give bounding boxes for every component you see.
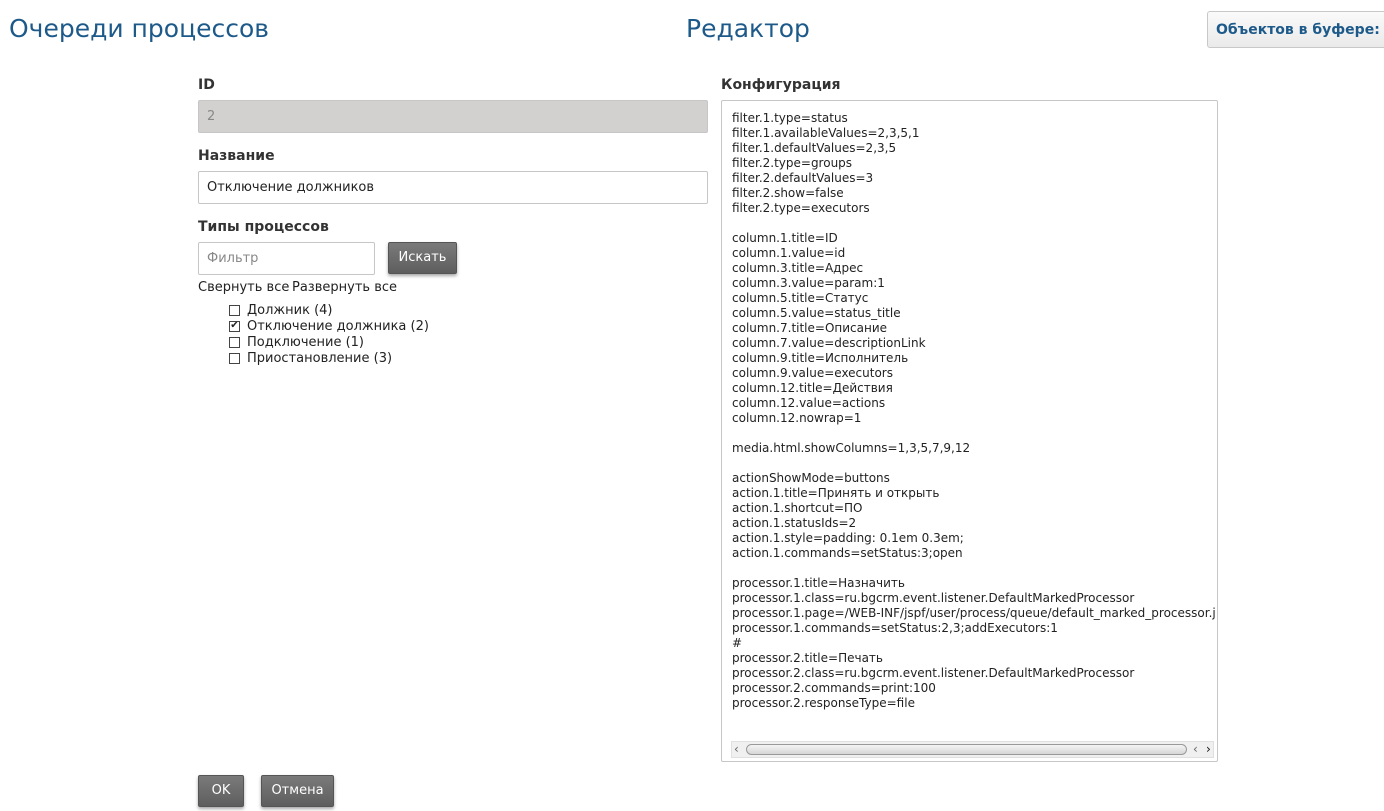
scroll-left-icon[interactable]: ‹ — [734, 742, 739, 757]
id-label: ID — [198, 77, 215, 93]
buffer-counter-button[interactable]: Объектов в буфере: 0 — [1207, 11, 1384, 48]
name-label: Название — [198, 148, 275, 164]
id-field: 2 — [198, 100, 708, 133]
checkbox[interactable] — [229, 304, 240, 316]
filter-input[interactable] — [198, 242, 375, 275]
scroll-left-icon[interactable]: ‹ — [1193, 742, 1198, 757]
config-text[interactable]: filter.1.type=status filter.1.availableV… — [732, 111, 1216, 743]
scrollbar-thumb[interactable] — [746, 744, 1187, 755]
process-type-label: Приостановление (3) — [247, 350, 393, 366]
scroll-right-icon[interactable]: › — [1206, 742, 1211, 757]
collapse-all-link[interactable]: Свернуть все — [198, 280, 289, 295]
process-type-item[interactable]: Приостановление (3) — [229, 350, 429, 366]
checkbox[interactable] — [229, 352, 240, 364]
process-type-label: Отключение должника (2) — [247, 318, 429, 334]
horizontal-scrollbar[interactable]: ‹ ‹ › — [731, 741, 1214, 758]
process-type-label: Подключение (1) — [247, 334, 364, 350]
process-type-item[interactable]: Должник (4) — [229, 302, 429, 318]
checkbox[interactable]: ✔ — [229, 320, 240, 332]
process-type-item[interactable]: Подключение (1) — [229, 334, 429, 350]
process-types-label: Типы процессов — [198, 219, 329, 235]
config-label: Конфигурация — [721, 77, 841, 93]
process-type-item[interactable]: ✔ Отключение должника (2) — [229, 318, 429, 334]
process-type-label: Должник (4) — [247, 302, 333, 318]
search-button[interactable]: Искать — [388, 242, 457, 274]
checkbox[interactable] — [229, 336, 240, 348]
config-textarea[interactable]: filter.1.type=status filter.1.availableV… — [721, 100, 1218, 762]
editor-title: Редактор — [686, 14, 810, 43]
ok-button[interactable]: OK — [198, 775, 244, 807]
expand-all-link[interactable]: Развернуть все — [292, 280, 397, 295]
name-input[interactable]: Отключение должников — [198, 171, 708, 204]
page-title: Очереди процессов — [9, 14, 269, 43]
cancel-button[interactable]: Отмена — [261, 775, 334, 807]
process-types-tree: Должник (4) ✔ Отключение должника (2) По… — [229, 302, 429, 366]
